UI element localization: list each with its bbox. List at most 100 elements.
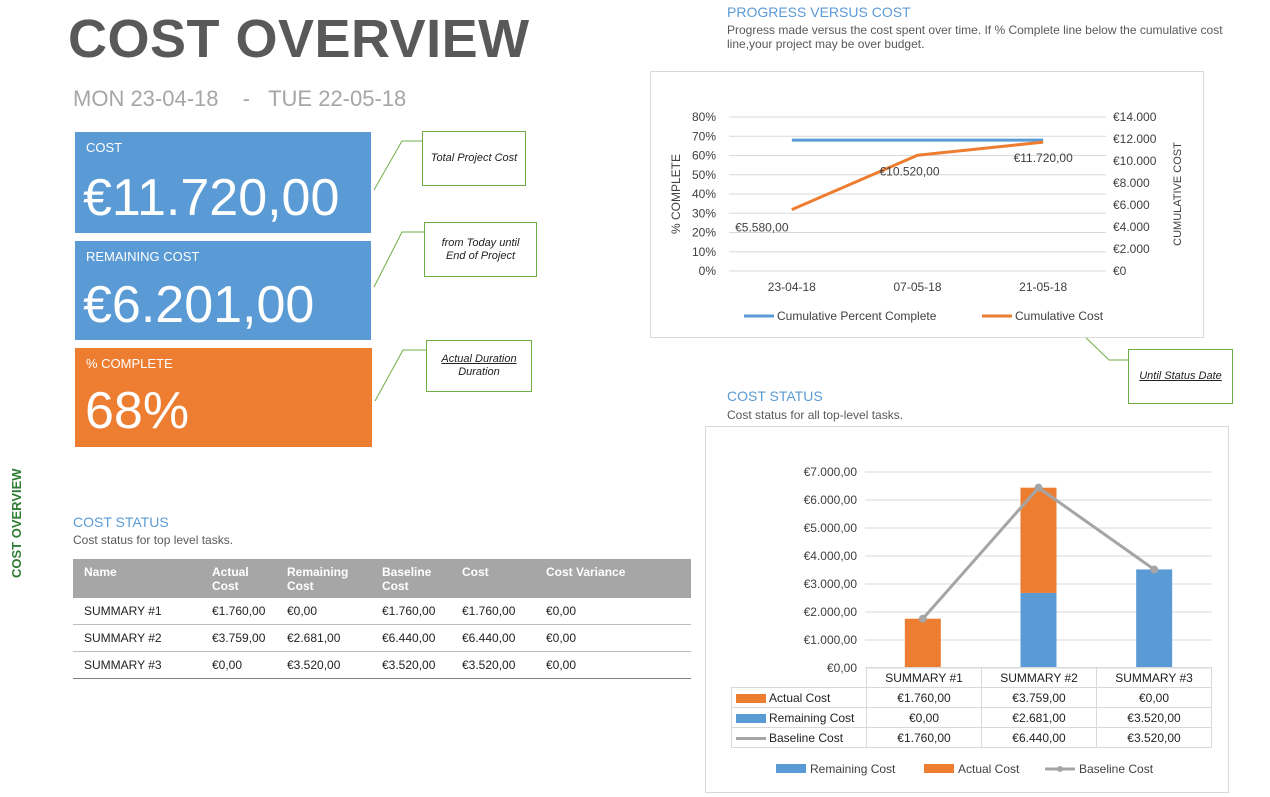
legend-label: Cumulative Cost (1015, 309, 1104, 323)
bar-remaining-cost (1020, 592, 1057, 668)
y-right-tick-label: €12.000 (1113, 132, 1157, 146)
data-table-cell: €2.681,00 (981, 707, 1097, 728)
y-tick-label: €2.000,00 (804, 605, 858, 619)
callout-duration-denominator: Duration (458, 366, 500, 378)
data-table-cell: €1.760,00 (866, 687, 982, 708)
y-right-tick-label: €14.000 (1113, 110, 1157, 124)
legend-swatch (776, 764, 806, 773)
y-tick-label: €1.000,00 (804, 633, 858, 647)
cost-status-chart-title: COST STATUS (727, 388, 823, 404)
baseline-cost-marker (918, 614, 927, 623)
progress-chart: 80% 70% 60% 50% 40% 30% 20% 10% 0% €14.000 €12.000… (650, 71, 1204, 338)
table-cell: €6.440,00 (451, 624, 535, 652)
x-tick-label: 21-05-18 (1019, 280, 1067, 294)
y-left-tick-label: 30% (692, 206, 716, 220)
y-left-tick-label: 40% (692, 187, 716, 201)
y-left-tick-label: 0% (699, 264, 717, 278)
x-tick-label: 23-04-18 (768, 280, 816, 294)
data-table-cell: €3.759,00 (981, 687, 1097, 708)
table-cell: SUMMARY #1 (73, 598, 201, 625)
y-right-tick-label: €8.000 (1113, 176, 1150, 190)
y-left-tick-label: 80% (692, 110, 716, 124)
y-right-tick-label: €10.000 (1113, 154, 1157, 168)
legend-label: Actual Cost (958, 762, 1020, 776)
y-right-axis-title: CUMULATIVE COST (1172, 142, 1184, 246)
table-cell: €3.520,00 (371, 651, 451, 679)
table-cell: €0,00 (276, 598, 371, 625)
y-left-tick-label: 20% (692, 226, 716, 240)
table-row[interactable]: SUMMARY #3 €0,00 €3.520,00 €3.520,00 €3.… (73, 651, 691, 679)
table-cell: €1.760,00 (451, 598, 535, 625)
y-left-tick-label: 70% (692, 129, 716, 143)
y-left-tick-label: 50% (692, 168, 716, 182)
y-left-axis-title: % COMPLETE (669, 154, 683, 234)
cost-status-table-title: COST STATUS (73, 514, 169, 530)
table-cell: €6.440,00 (371, 624, 451, 652)
data-table-series: Remaining Cost (769, 710, 855, 725)
progress-line-chart: 80% 70% 60% 50% 40% 30% 20% 10% 0% €14.000 €12.000… (669, 110, 1184, 323)
data-label: €5.580,00 (735, 221, 789, 235)
callout-total-project-cost: Total Project Cost (422, 131, 526, 186)
baseline-cost-swatch (736, 736, 766, 740)
actual-cost-swatch (736, 693, 766, 703)
y-left-tick-label: 60% (692, 149, 716, 163)
data-table-category: SUMMARY #2 (981, 667, 1097, 688)
callout-line-duration (374, 349, 426, 402)
table-cell: €0,00 (535, 598, 691, 625)
baseline-cost-marker (1034, 483, 1043, 492)
col-header-actual-cost[interactable]: Actual Cost (201, 559, 276, 598)
data-table-row: Baseline Cost €1.760,00 €6.440,00 €3.520… (731, 727, 1212, 748)
legend-label: Cumulative Percent Complete (777, 309, 937, 323)
data-label: €11.720,00 (1014, 151, 1073, 165)
y-left-tick-label: 10% (692, 245, 716, 259)
y-tick-label: €3.000,00 (804, 577, 858, 591)
table-cell: SUMMARY #2 (73, 624, 201, 652)
data-table-cell: €6.440,00 (981, 727, 1097, 748)
col-header-cost[interactable]: Cost (451, 559, 535, 598)
data-table-cell: €3.520,00 (1096, 727, 1212, 748)
y-right-tick-label: €0 (1113, 264, 1127, 278)
chart-data-table: SUMMARY #1 SUMMARY #2 SUMMARY #3 Actual … (731, 667, 1212, 748)
data-table-cell: €0,00 (866, 707, 982, 728)
data-table-category: SUMMARY #1 (866, 667, 982, 688)
cost-status-chart-subtitle: Cost status for all top-level tasks. (727, 408, 904, 422)
table-cell: €1.760,00 (201, 598, 276, 625)
col-header-cost-variance[interactable]: Cost Variance (535, 559, 691, 598)
y-tick-label: €6.000,00 (804, 493, 858, 507)
bar-actual-cost (904, 618, 941, 668)
table-cell: €2.681,00 (276, 624, 371, 652)
remaining-cost-swatch (736, 713, 766, 723)
col-header-baseline-cost[interactable]: Baseline Cost (371, 559, 451, 598)
data-label: €10.520,00 (879, 164, 939, 178)
legend-swatch-marker (1057, 766, 1063, 772)
data-table-row: Actual Cost €1.760,00 €3.759,00 €0,00 (731, 687, 1212, 708)
y-right-tick-label: €2.000 (1113, 242, 1150, 256)
cost-status-table: Name Actual Cost Remaining Cost Baseline… (73, 559, 691, 679)
progress-section-subtitle: Progress made versus the cost spent over… (727, 23, 1223, 51)
table-row[interactable]: SUMMARY #2 €3.759,00 €2.681,00 €6.440,00… (73, 624, 691, 652)
table-header-row: Name Actual Cost Remaining Cost Baseline… (73, 559, 691, 598)
x-tick-label: 07-05-18 (893, 280, 941, 294)
table-cell: €0,00 (201, 651, 276, 679)
data-table-cell: €0,00 (1096, 687, 1212, 708)
y-tick-label: €4.000,00 (804, 549, 858, 563)
callout-duration-numerator: Actual Duration (441, 353, 517, 365)
data-table-series: Baseline Cost (769, 730, 844, 745)
callout-line-remaining (373, 231, 424, 288)
table-cell: SUMMARY #3 (73, 651, 201, 679)
legend-swatch (924, 764, 954, 773)
cost-status-table-subtitle: Cost status for top level tasks. (73, 533, 234, 547)
table-cell: €3.520,00 (276, 651, 371, 679)
col-header-name[interactable]: Name (73, 559, 201, 598)
table-cell: €3.759,00 (201, 624, 276, 652)
table-row[interactable]: SUMMARY #1 €1.760,00 €0,00 €1.760,00 €1.… (73, 598, 691, 625)
callout-status-date: Until Status Date (1128, 349, 1233, 404)
callout-remaining-cost: from Today until End of Project (424, 222, 537, 277)
callout-line-total (373, 140, 422, 191)
data-table-category: SUMMARY #3 (1096, 667, 1212, 688)
col-header-remaining-cost[interactable]: Remaining Cost (276, 559, 371, 598)
baseline-cost-marker (1150, 565, 1159, 574)
y-right-tick-label: €4.000 (1113, 220, 1150, 234)
legend-label: Remaining Cost (810, 762, 896, 776)
y-tick-label: €7.000,00 (804, 465, 858, 479)
